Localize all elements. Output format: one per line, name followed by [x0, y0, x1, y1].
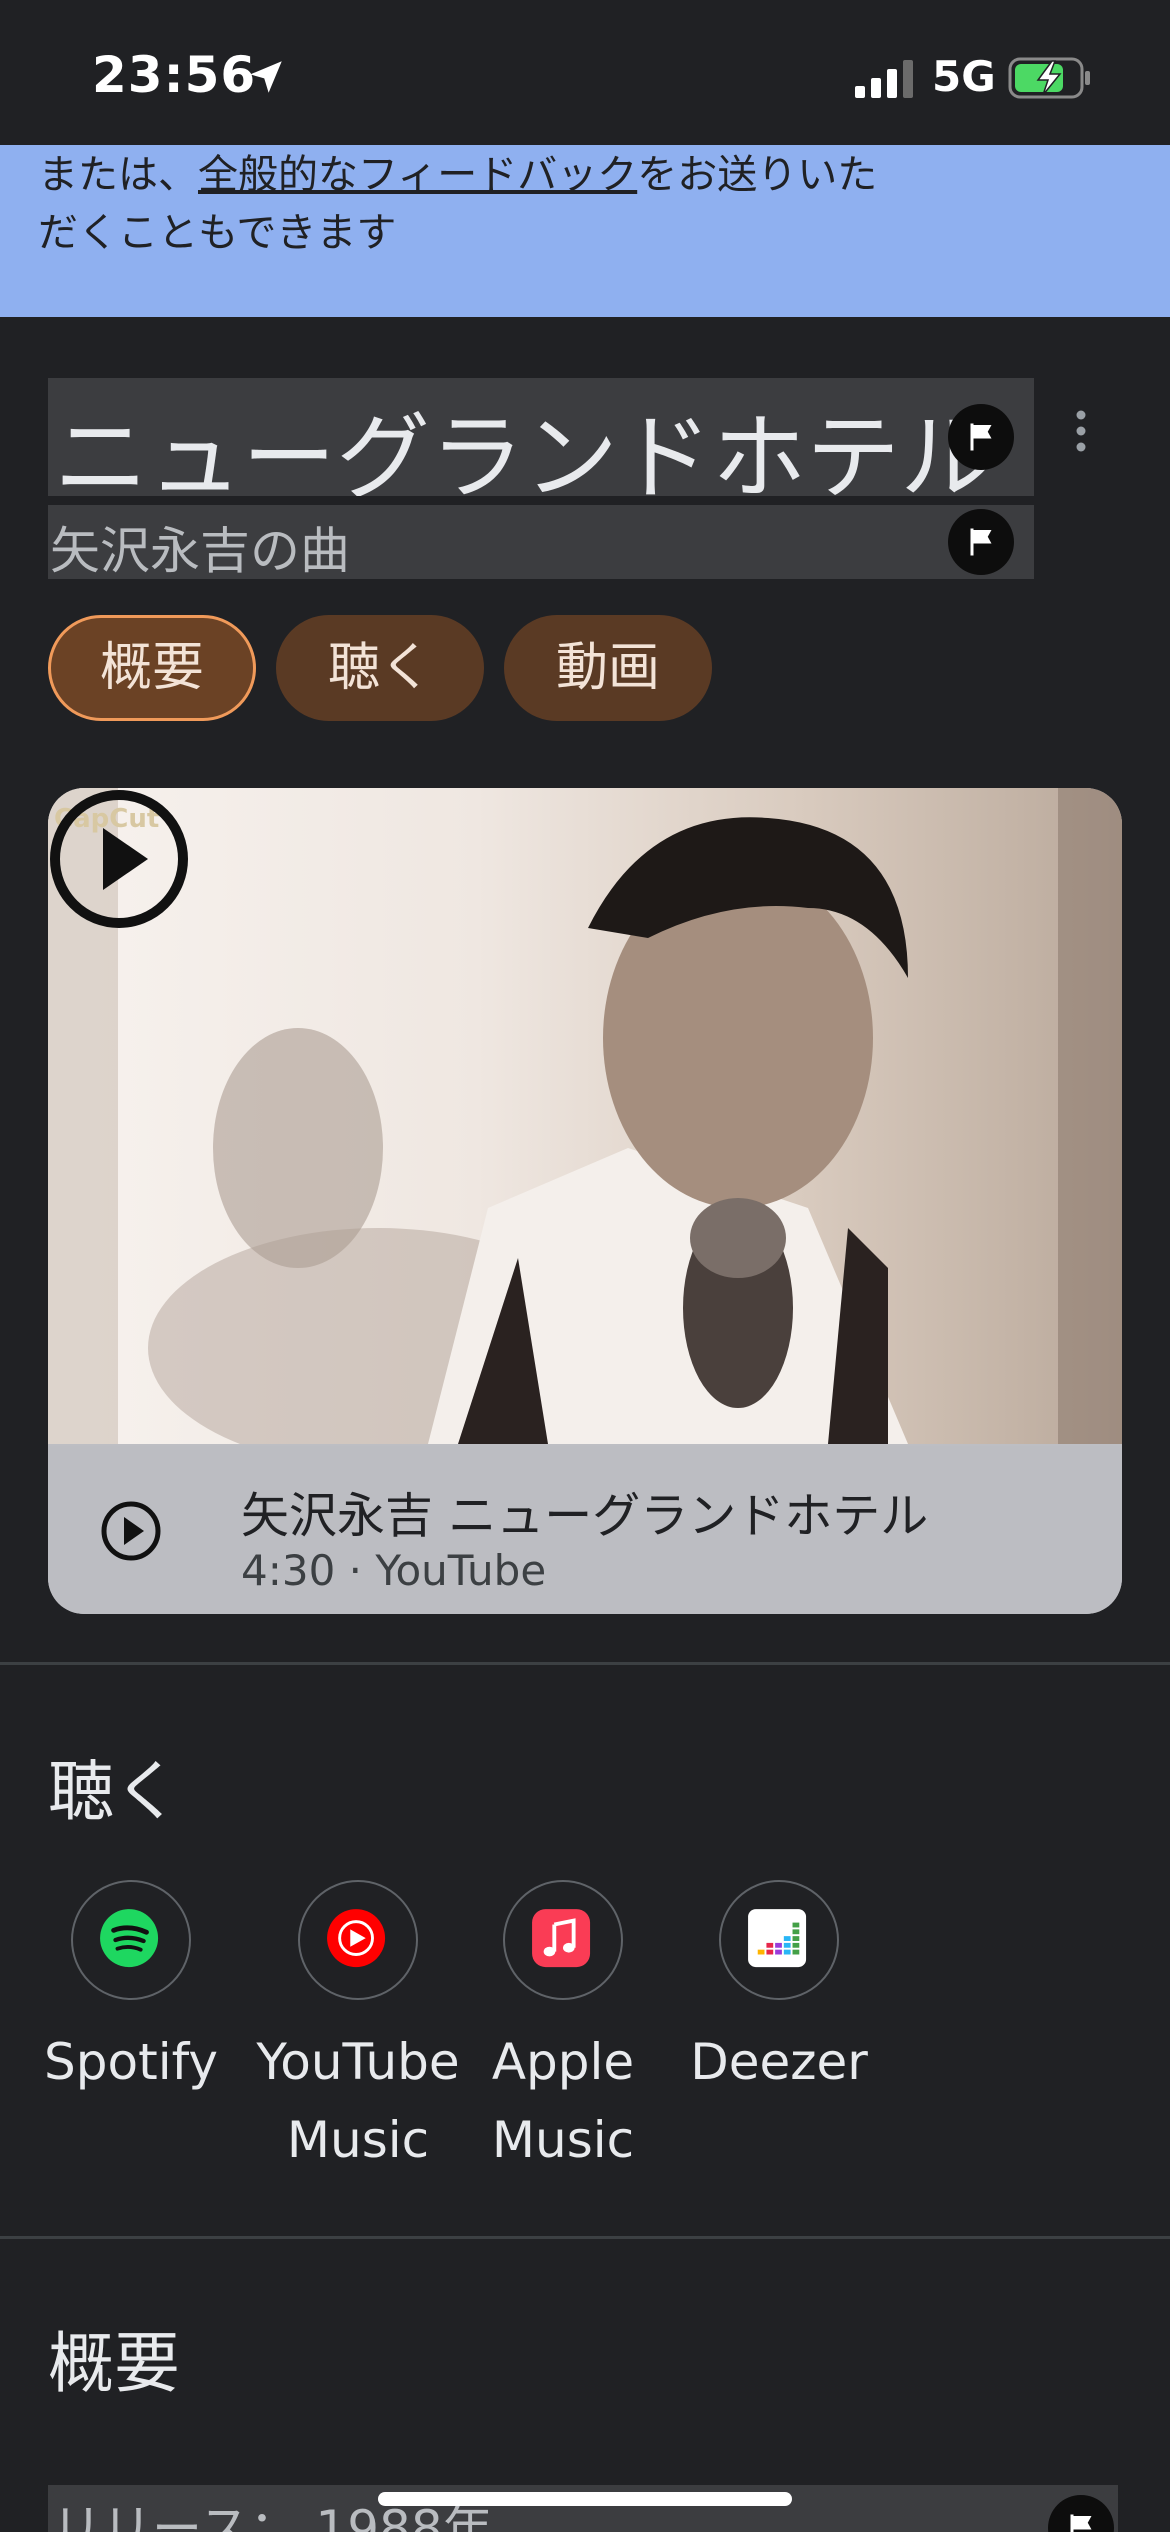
provider-label: Spotify: [16, 2023, 246, 2101]
network-type: 5G: [932, 52, 996, 101]
tab-listen[interactable]: 聴く: [276, 615, 484, 721]
song-subtitle: 矢沢永吉の曲: [50, 522, 350, 580]
flag-icon: [970, 528, 992, 556]
play-icon[interactable]: [48, 788, 190, 930]
location-arrow-icon: [250, 61, 282, 93]
overview-heading: 概要: [48, 2325, 180, 2402]
report-release-button[interactable]: [1048, 2495, 1114, 2532]
provider-name-line1: YouTube: [256, 2033, 460, 2091]
video-card[interactable]: CapCut 矢沢永吉 ニューグランドホテル 4:30 · YouTube: [48, 788, 1122, 1614]
song-subtitle-box: 矢沢永吉の曲: [48, 505, 1034, 580]
status-time: 23:56: [92, 46, 257, 104]
provider-name-line1: Deezer: [690, 2033, 868, 2091]
flag-icon: [1070, 2514, 1092, 2532]
spotify-icon: [71, 1880, 191, 2000]
report-title-button[interactable]: [948, 404, 1014, 470]
provider-name-line2: Music: [286, 2111, 430, 2169]
provider-name-line1: Apple: [491, 2033, 635, 2091]
feedback-prefix: または、: [38, 152, 198, 198]
feedback-line-2: だくこともできます: [38, 210, 397, 256]
report-subtitle-button[interactable]: [948, 509, 1014, 575]
cellular-signal-icon: [855, 60, 913, 98]
more-options-icon[interactable]: [1066, 398, 1096, 468]
section-divider: [0, 1662, 1170, 1665]
video-meta: 4:30 · YouTube: [241, 1546, 547, 1595]
status-bar: 23:56 5G: [0, 0, 1170, 145]
feedback-suffix: をお送りいた: [637, 152, 878, 198]
thumbnail-image: [48, 788, 1122, 1444]
general-feedback-link[interactable]: 全般的なフィードバック: [198, 152, 637, 198]
song-title-box: ニューグランドホテル: [48, 378, 1034, 496]
deezer-icon: [719, 1880, 839, 2000]
video-info[interactable]: 矢沢永吉 ニューグランドホテル 4:30 · YouTube: [48, 1446, 1122, 1614]
video-thumbnail[interactable]: CapCut: [48, 788, 1122, 1444]
play-circle-icon: [101, 1501, 161, 1561]
provider-name-line2: Music: [491, 2111, 635, 2169]
youtube-music-icon: [298, 1880, 418, 2000]
home-indicator[interactable]: [378, 2492, 792, 2506]
feedback-banner: または、全般的なフィードバックをお送りいた だくこともできます: [0, 145, 1170, 317]
tab-videos[interactable]: 動画: [504, 615, 712, 721]
listen-heading: 聴く: [48, 1753, 180, 1830]
feedback-line-1: または、全般的なフィードバックをお送りいた: [38, 145, 877, 205]
provider-label: Apple Music: [448, 2023, 678, 2179]
flag-icon: [970, 423, 992, 451]
video-title: 矢沢永吉 ニューグランドホテル: [241, 1488, 929, 1544]
section-divider: [0, 2236, 1170, 2239]
apple-music-icon: [503, 1880, 623, 2000]
tab-overview[interactable]: 概要: [48, 615, 256, 721]
song-title: ニューグランドホテル: [54, 404, 995, 496]
provider-label: Deezer: [664, 2023, 894, 2101]
battery-charging-icon: [1008, 57, 1090, 99]
provider-name-line1: Spotify: [44, 2033, 218, 2091]
provider-label: YouTube Music: [243, 2023, 473, 2179]
